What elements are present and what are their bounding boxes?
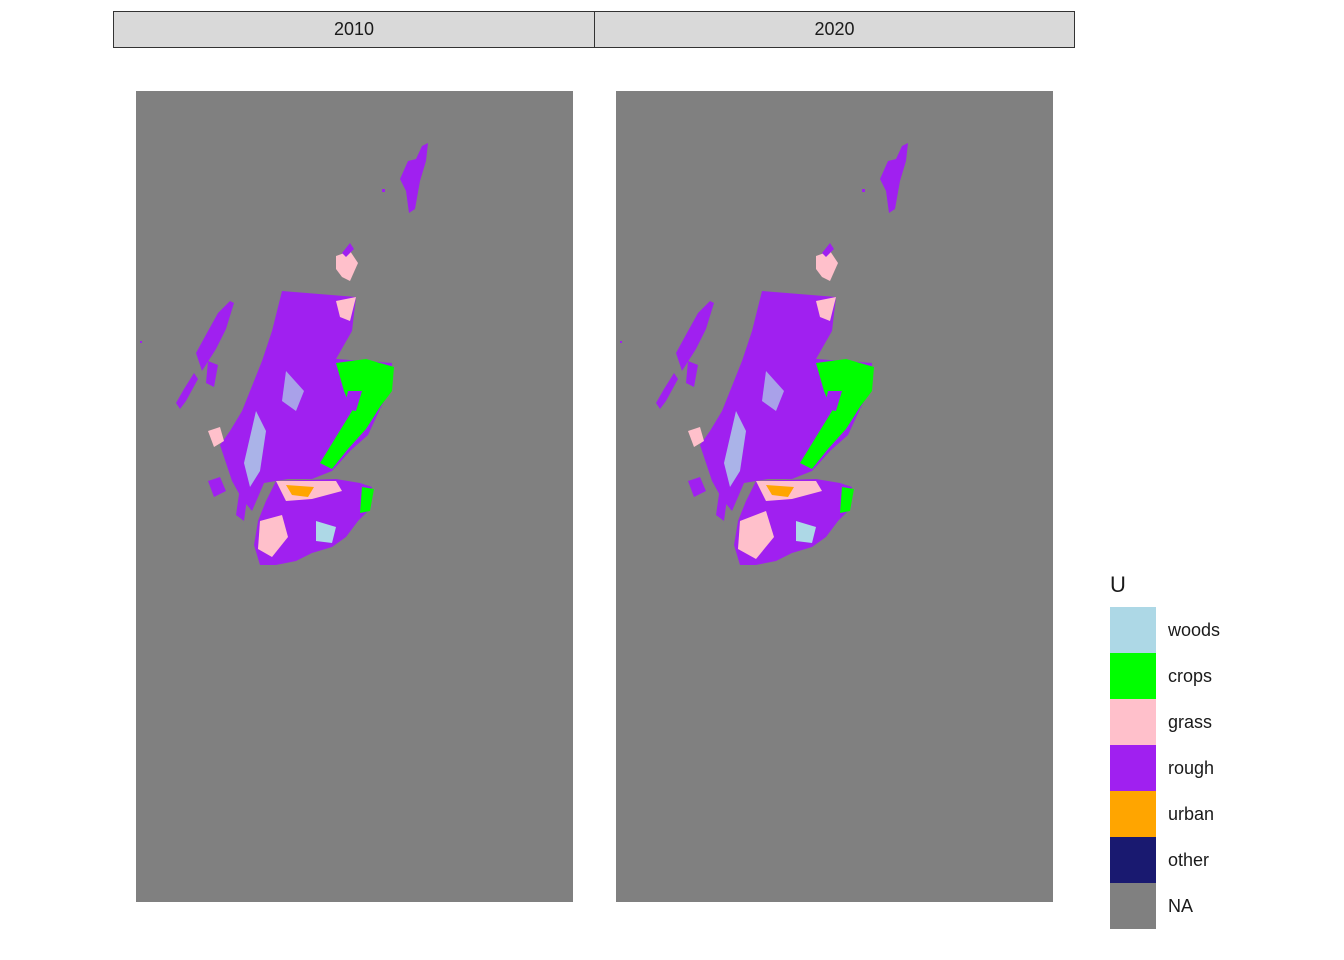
facet-label-2010: 2010 xyxy=(333,19,375,39)
legend-label-na: NA xyxy=(1168,896,1194,916)
legend-label-crops: crops xyxy=(1168,666,1213,686)
legend-label-grass: grass xyxy=(1168,712,1213,732)
facet-label-2020: 2020 xyxy=(814,19,855,39)
legend-key-grass xyxy=(1110,699,1156,745)
map-2020-svg xyxy=(616,91,1053,902)
legend-key-urban xyxy=(1110,791,1156,837)
legend-key-woods xyxy=(1110,607,1156,653)
facet-strip-2010: 2010 xyxy=(113,11,595,48)
legend-label-rough: rough xyxy=(1168,758,1215,778)
legend-label-urban: urban xyxy=(1168,804,1215,824)
facet-strip-2020: 2020 xyxy=(594,11,1075,48)
legend-key-crops xyxy=(1110,653,1156,699)
legend-label-other: other xyxy=(1168,850,1210,870)
legend-key-rough xyxy=(1110,745,1156,791)
legend-key-other xyxy=(1110,837,1156,883)
map-panel-2020 xyxy=(616,91,1053,902)
map-panel-2010 xyxy=(136,91,573,902)
map-2010-svg xyxy=(136,91,573,902)
legend-label-woods: woods xyxy=(1168,620,1221,640)
legend-title: U xyxy=(1110,572,1126,597)
legend-key-na xyxy=(1110,883,1156,929)
